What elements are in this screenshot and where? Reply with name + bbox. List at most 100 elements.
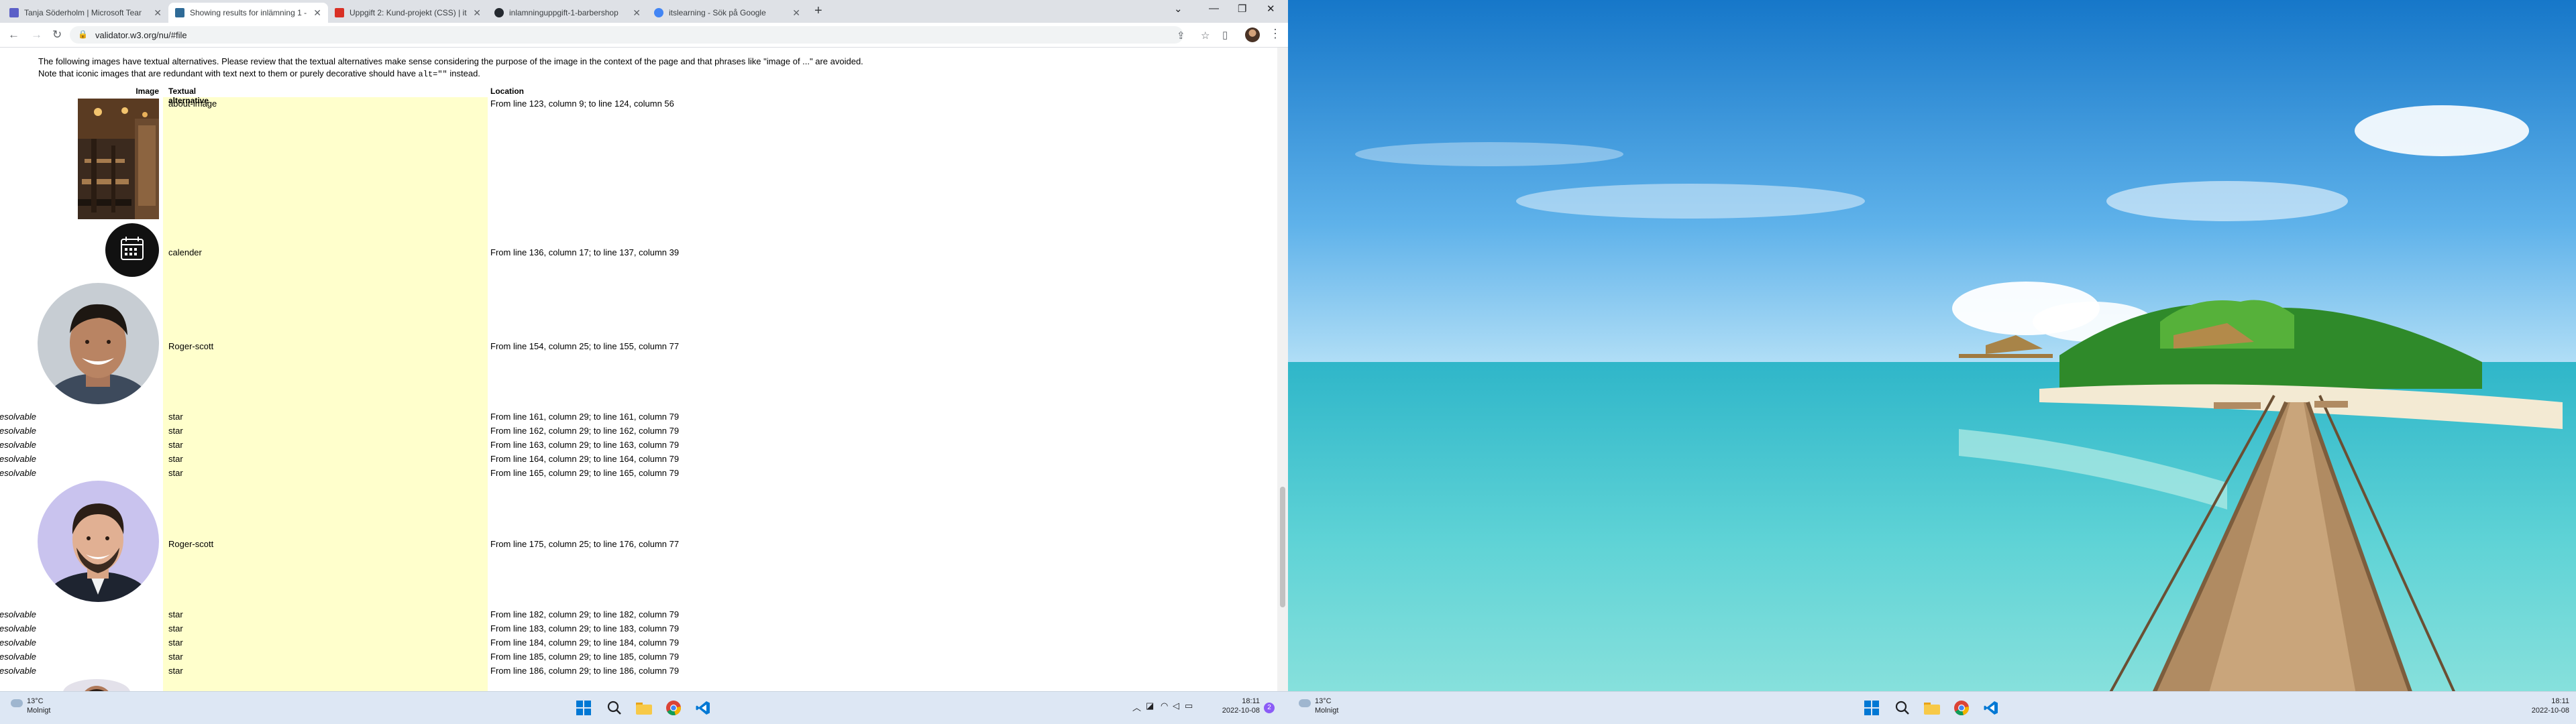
date-text: 2022-10-08: [1222, 707, 1260, 715]
not-resolvable-text: Not resolvable: [0, 440, 36, 450]
not-resolvable-text: Not resolvable: [0, 638, 36, 648]
alt-text: star: [168, 609, 183, 619]
tab-github[interactable]: inlamninguppgift-1-barbershop ✕: [488, 3, 647, 23]
tab-validator[interactable]: Showing results for inlämning 1 - Nu Htm…: [168, 3, 328, 23]
battery-icon[interactable]: ▭: [1185, 701, 1193, 711]
weather-desc: Molnigt: [1315, 707, 1339, 715]
location-text[interactable]: From line 182, column 29; to line 182, c…: [490, 609, 679, 619]
browser-toolbar: ← → ↻ 🔒 validator.w3.org/nu/#file ⇪ ☆ ▯ …: [0, 23, 1288, 48]
new-tab-icon[interactable]: +: [814, 3, 822, 19]
left-monitor: Tanja Söderholm | Microsoft Teams ✕ Show…: [0, 0, 1288, 724]
url-text[interactable]: validator.w3.org/nu/#file: [95, 30, 187, 40]
location-text[interactable]: From line 165, column 29; to line 165, c…: [490, 468, 679, 478]
not-resolvable-text: Not resolvable: [0, 609, 36, 619]
vscode-icon[interactable]: [1982, 699, 2000, 717]
side-panel-icon[interactable]: ▯: [1222, 29, 1228, 41]
page-scrollbar[interactable]: [1277, 48, 1288, 691]
not-resolvable-text: Not resolvable: [0, 623, 36, 634]
close-tab-icon[interactable]: ✕: [792, 7, 800, 19]
weather-temp: 13°C: [27, 697, 44, 705]
note-text-end: instead.: [447, 68, 480, 78]
search-icon[interactable]: [1893, 699, 1912, 717]
more-menu-icon[interactable]: ⋮: [1269, 27, 1281, 41]
not-resolvable-text: Not resolvable: [0, 454, 36, 464]
file-explorer-icon[interactable]: [635, 699, 653, 717]
weather-desc: Molnigt: [27, 707, 51, 715]
header-image: Image: [136, 86, 159, 96]
header-location: Location: [490, 86, 524, 96]
close-tab-icon[interactable]: ✕: [473, 7, 481, 19]
wifi-icon[interactable]: ◠: [1161, 701, 1168, 711]
chrome-icon[interactable]: [664, 699, 683, 717]
page-content: The following images have textual altern…: [0, 48, 1277, 691]
close-tab-icon[interactable]: ✕: [313, 7, 321, 19]
location-text[interactable]: From line 175, column 25; to line 176, c…: [490, 539, 679, 549]
lock-icon[interactable]: 🔒: [78, 29, 88, 39]
alt-text: star: [168, 468, 183, 478]
location-text[interactable]: From line 186, column 29; to line 186, c…: [490, 666, 679, 676]
forward-icon[interactable]: →: [31, 28, 42, 42]
location-text[interactable]: From line 184, column 29; to line 184, c…: [490, 638, 679, 648]
location-text[interactable]: From line 161, column 29; to line 161, c…: [490, 412, 679, 422]
tab-title: Showing results for inlämning 1 - Nu Htm…: [190, 8, 307, 17]
location-text[interactable]: From line 136, column 17; to line 137, c…: [490, 247, 679, 257]
location-text[interactable]: From line 183, column 29; to line 183, c…: [490, 623, 679, 634]
teams-favicon-icon: [9, 8, 19, 17]
portrait-3-image-partial: [63, 679, 130, 691]
location-text[interactable]: From line 154, column 25; to line 155, c…: [490, 341, 679, 351]
search-icon[interactable]: [605, 699, 624, 717]
time-text: 18:11: [2551, 697, 2569, 705]
portrait-2-image: [38, 481, 159, 602]
address-bar[interactable]: 🔒 validator.w3.org/nu/#file ⇪ ☆: [70, 26, 1210, 44]
alt-code: alt="": [418, 70, 447, 79]
windows-start-icon[interactable]: [1862, 699, 1881, 717]
not-resolvable-text: Not resolvable: [0, 412, 36, 422]
vscode-icon[interactable]: [694, 699, 712, 717]
tab-teams[interactable]: Tanja Söderholm | Microsoft Teams ✕: [3, 3, 168, 23]
clock[interactable]: 18:11 2022-10-08: [2516, 697, 2569, 715]
note-text: Note that iconic images that are redunda…: [38, 68, 419, 78]
location-text[interactable]: From line 164, column 29; to line 164, c…: [490, 454, 679, 464]
tray-app-icon[interactable]: ◪: [1146, 701, 1154, 711]
bookmark-star-icon[interactable]: ☆: [1201, 29, 1210, 42]
volume-icon[interactable]: ◁: [1173, 701, 1179, 711]
location-text[interactable]: From line 163, column 29; to line 163, c…: [490, 440, 679, 450]
profile-avatar[interactable]: [1245, 27, 1260, 42]
tropical-beach-wallpaper: [1288, 0, 2576, 724]
weather-temp: 13°C: [1315, 697, 1332, 705]
minimize-icon[interactable]: —: [1209, 3, 1219, 14]
time-text: 18:11: [1242, 697, 1260, 705]
notification-badge[interactable]: 2: [1264, 703, 1275, 713]
alt-text: star: [168, 666, 183, 676]
tab-strip: Tanja Söderholm | Microsoft Teams ✕ Show…: [0, 0, 1288, 23]
tab-title: inlamninguppgift-1-barbershop: [509, 8, 619, 17]
w3c-favicon-icon: [175, 8, 184, 17]
reload-icon[interactable]: ↻: [52, 28, 62, 42]
share-icon[interactable]: ⇪: [1177, 29, 1185, 42]
scrollbar-thumb[interactable]: [1280, 487, 1285, 607]
not-resolvable-text: Not resolvable: [0, 468, 36, 478]
windows-start-icon[interactable]: [574, 699, 593, 717]
right-monitor: 13°C Molnigt 18:11 2022-10-08: [1288, 0, 2576, 724]
clock[interactable]: 18:11 2022-10-08: [1208, 697, 1260, 715]
location-text[interactable]: From line 123, column 9; to line 124, co…: [490, 99, 674, 109]
not-resolvable-text: Not resolvable: [0, 652, 36, 662]
location-text[interactable]: From line 185, column 29; to line 185, c…: [490, 652, 679, 662]
tab-google[interactable]: itslearning - Sök på Google ✕: [647, 3, 807, 23]
restaurant-image: [78, 99, 159, 219]
file-explorer-icon[interactable]: [1923, 699, 1941, 717]
close-tab-icon[interactable]: ✕: [154, 7, 162, 19]
close-window-icon[interactable]: ✕: [1267, 3, 1275, 15]
alt-text: star: [168, 638, 183, 648]
tab-search-icon[interactable]: ⌄: [1174, 3, 1183, 15]
chevron-up-icon[interactable]: ︿: [1132, 701, 1141, 713]
close-tab-icon[interactable]: ✕: [633, 7, 641, 19]
maximize-icon[interactable]: ❐: [1238, 3, 1246, 15]
tab-itslearning[interactable]: Uppgift 2: Kund-projekt (CSS) | itslearn…: [328, 3, 488, 23]
chrome-icon[interactable]: [1952, 699, 1971, 717]
github-favicon-icon: [494, 8, 504, 17]
intro-note: Note that iconic images that are redunda…: [38, 68, 480, 79]
alt-text: Roger-scott: [168, 539, 214, 549]
location-text[interactable]: From line 162, column 29; to line 162, c…: [490, 426, 679, 436]
back-icon[interactable]: ←: [8, 28, 19, 42]
